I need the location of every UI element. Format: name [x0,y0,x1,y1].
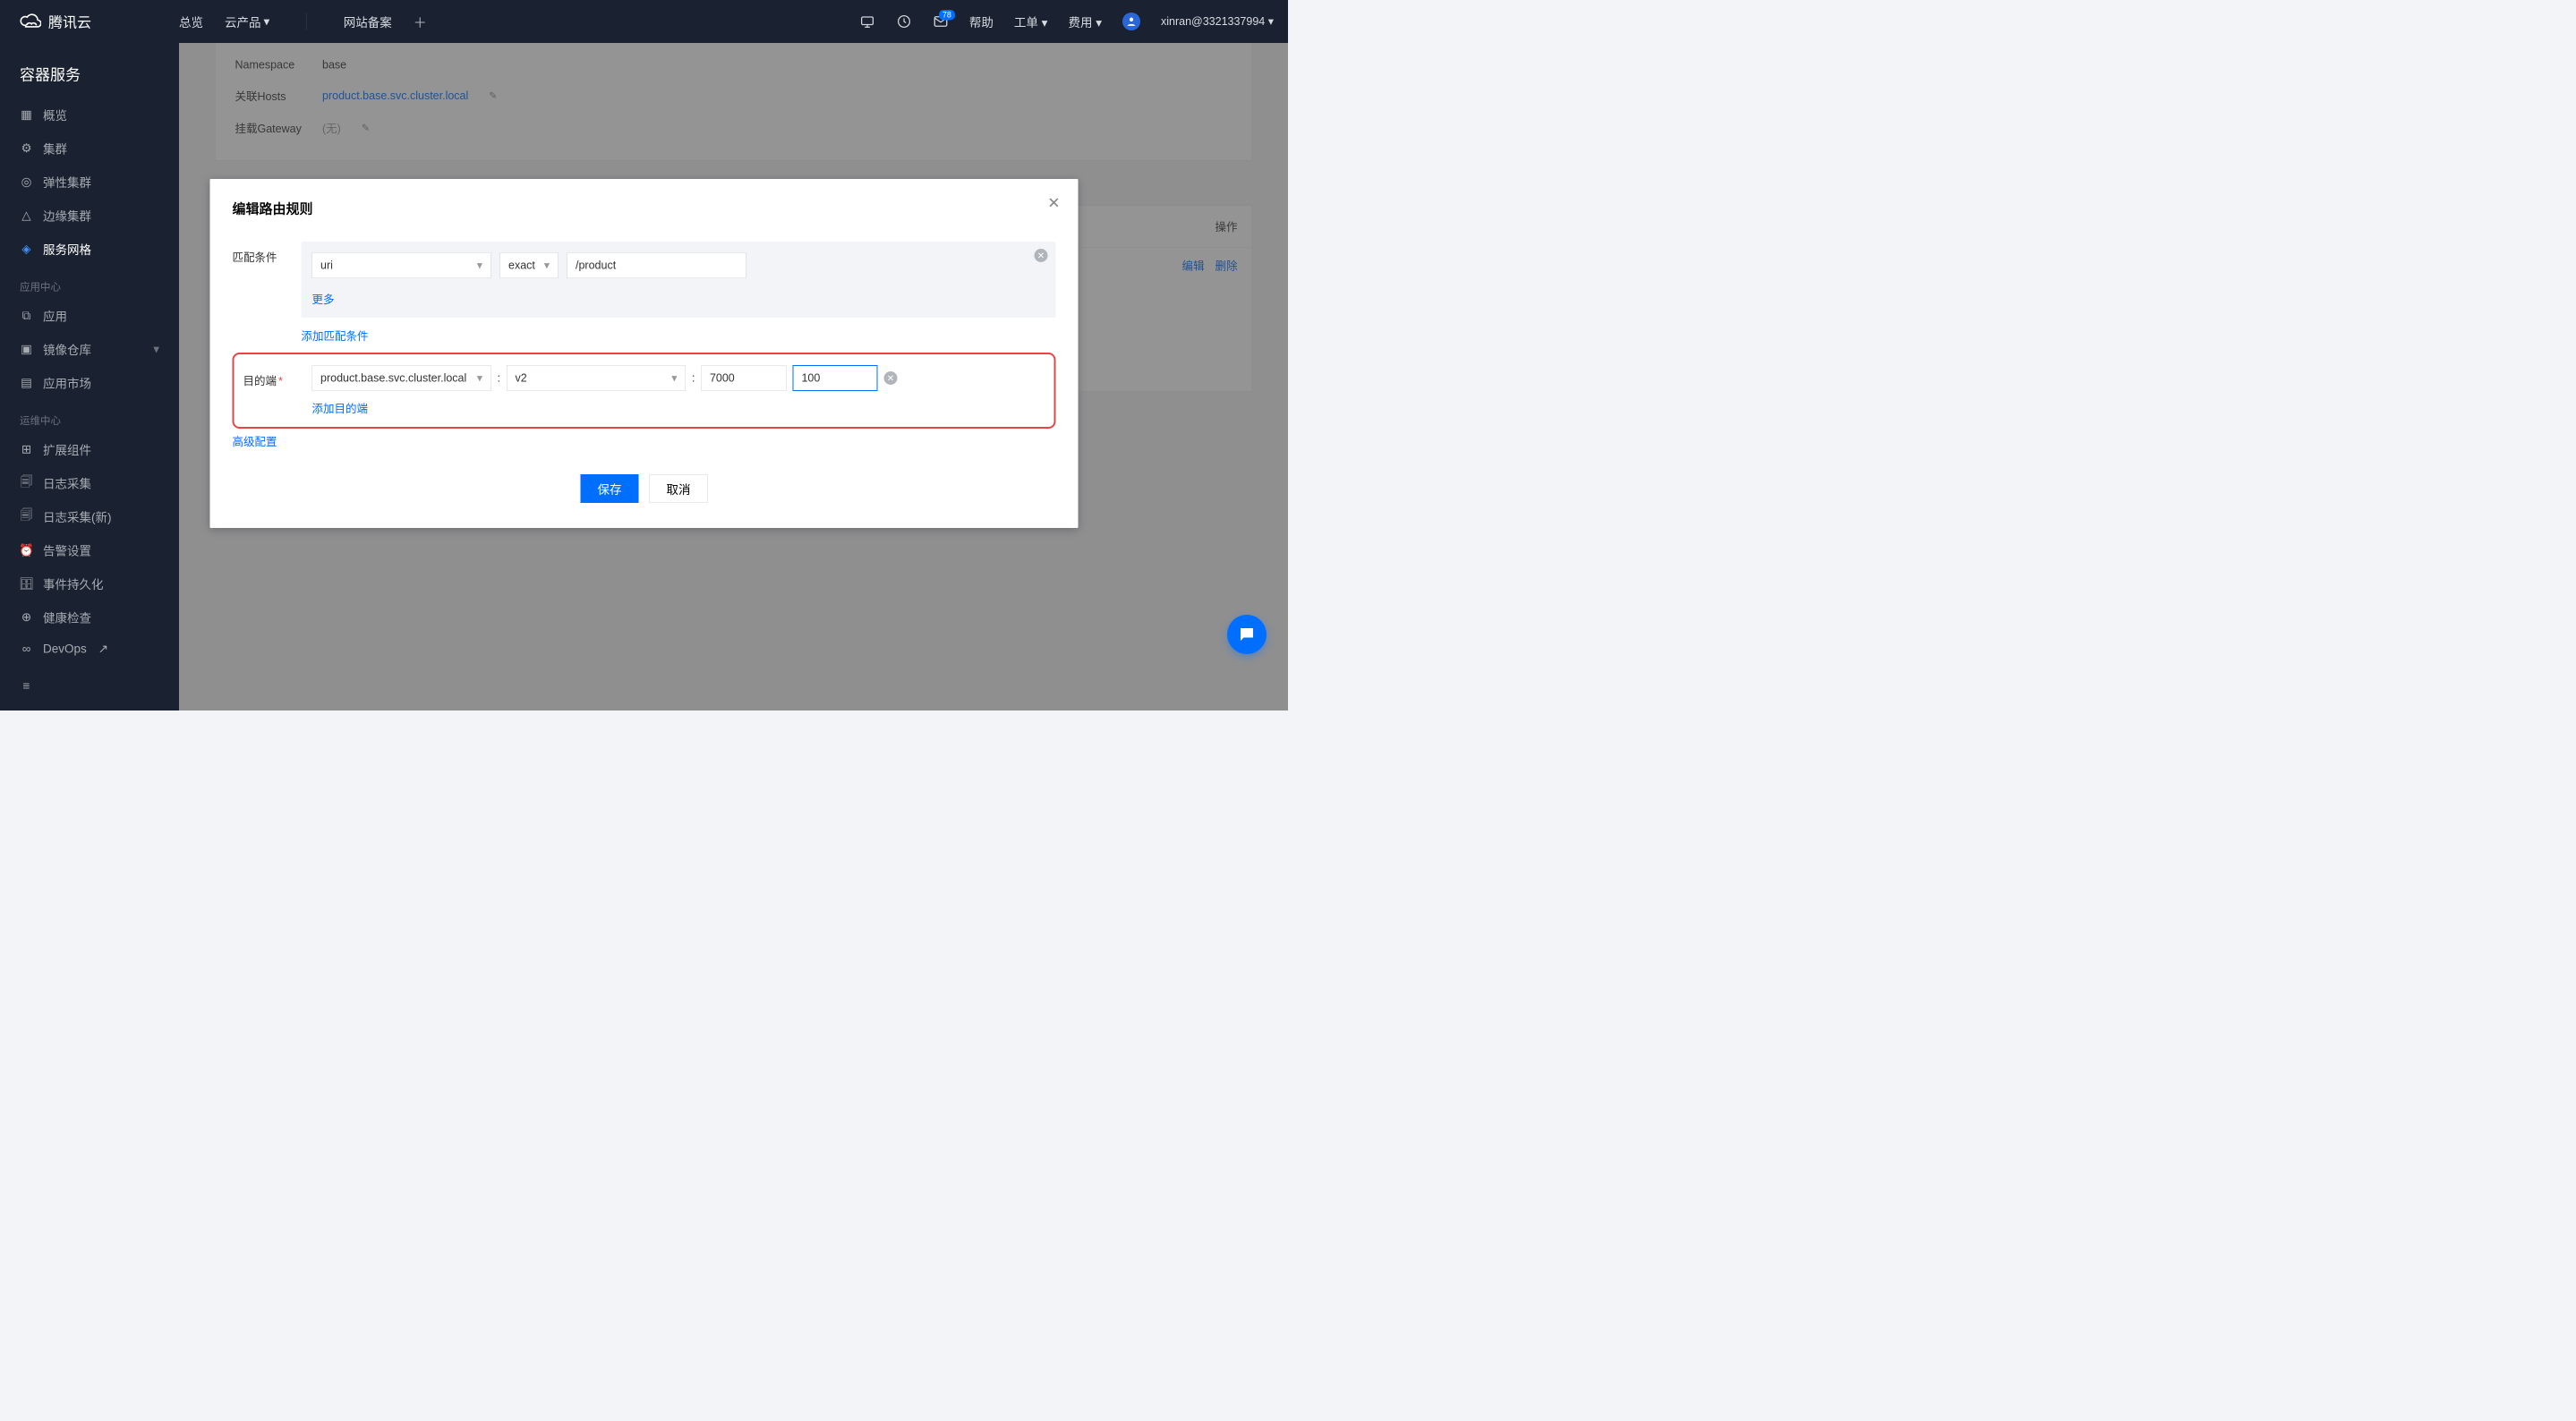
dest-weight-input[interactable] [792,365,877,391]
caret-down-icon: ▾ [477,259,482,272]
collapse-icon: ≡ [20,679,33,693]
tool-icon[interactable] [859,13,875,30]
add-condition-link[interactable]: 添加匹配条件 [302,330,369,343]
save-button[interactable]: 保存 [581,474,639,503]
app-icon: ⧉ [20,309,33,322]
edge-icon: △ [20,208,33,222]
close-icon[interactable]: ✕ [1047,194,1060,212]
chevron-down-icon: ▾ [1042,16,1048,30]
health-icon: ⊕ [20,610,33,624]
market-icon: ▤ [20,376,33,389]
edit-route-modal: 编辑路由规则 ✕ 匹配条件 ✕ uri▾ exact▾ 更多 [210,179,1079,528]
log-icon: 🗐 [20,510,33,523]
top-nav: 腾讯云 总览 云产品 ▾ 网站备案 ＋ 78 帮助 工单 ▾ 费用 ▾ xinr… [0,0,1288,43]
topnav-beian[interactable]: 网站备案 [344,13,392,30]
sidebar-item-overview[interactable]: ▦概览 [0,98,179,132]
caret-down-icon: ▾ [671,371,677,385]
chevron-down-icon: ▾ [1268,15,1274,28]
sidebar-item-cluster[interactable]: ⚙集群 [0,132,179,166]
add-destination-link[interactable]: 添加目的端 [312,403,369,415]
dest-version-select[interactable]: v2▾ [507,365,686,391]
sidebar-item-collapse[interactable]: ≡ [0,671,179,701]
alarm-icon: ⏰ [20,543,33,557]
elastic-icon: ◎ [20,175,33,189]
component-icon: ⊞ [20,443,33,456]
sidebar-item-market[interactable]: ▤应用市场 [0,366,179,400]
clock-icon[interactable] [896,13,912,30]
sidebar-item-registry[interactable]: ▣镜像仓库▾ [0,333,179,367]
topnav-add[interactable]: ＋ [414,12,427,31]
highlighted-destination-section: 目的端* product.base.svc.cluster.local▾ : v… [233,353,1056,429]
topnav-overview[interactable]: 总览 [179,13,203,30]
advanced-config-link[interactable]: 高级配置 [233,433,1056,449]
caret-down-icon: ▾ [477,371,482,385]
tencent-cloud-logo-icon [18,10,41,33]
topnav-fee[interactable]: 费用 ▾ [1068,13,1102,30]
caret-down-icon: ▾ [544,259,550,272]
topnav-help[interactable]: 帮助 [969,13,994,30]
mail-icon[interactable]: 78 [933,13,949,30]
log-icon: 🗐 [20,476,33,489]
more-link[interactable]: 更多 [312,294,335,306]
brand-text: 腾讯云 [48,12,91,32]
sidebar-item-log[interactable]: 🗐日志采集 [0,466,179,500]
delete-condition-icon[interactable]: ✕ [1035,249,1048,262]
topnav-ticket[interactable]: 工单 ▾ [1014,13,1048,30]
match-field-select[interactable]: uri▾ [312,252,491,278]
chevron-down-icon: ▾ [264,14,270,29]
modal-title: 编辑路由规则 [233,198,1056,217]
sidebar-item-mesh[interactable]: ◈服务网格 [0,233,179,267]
dest-label: 目的端* [243,365,302,388]
avatar[interactable] [1122,13,1140,30]
sidebar-item-devops[interactable]: ∞DevOps↗ [0,634,179,665]
sidebar-item-health[interactable]: ⊕健康检查 [0,600,179,634]
sidebar-section-appcenter: 应用中心 [0,266,179,299]
mesh-icon: ◈ [20,243,33,256]
devops-icon: ∞ [20,642,33,656]
sidebar-item-elastic[interactable]: ◎弹性集群 [0,166,179,200]
grid-icon: ▦ [20,108,33,122]
external-link-icon: ↗ [98,642,108,657]
cancel-button[interactable]: 取消 [650,474,708,503]
persist-icon: 🗄 [20,577,33,591]
divider [306,13,307,30]
sidebar-item-app[interactable]: ⧉应用 [0,299,179,333]
dest-host-select[interactable]: product.base.svc.cluster.local▾ [312,365,491,391]
chat-fab[interactable] [1227,615,1267,654]
dest-port-input[interactable] [701,365,786,391]
match-label: 匹配条件 [233,242,291,265]
sidebar-item-edge[interactable]: △边缘集群 [0,199,179,233]
sidebar-item-component[interactable]: ⊞扩展组件 [0,433,179,467]
match-mode-select[interactable]: exact▾ [500,252,559,278]
delete-destination-icon[interactable]: ✕ [883,371,897,385]
username-text[interactable]: xinran@3321337994 ▾ [1161,15,1274,29]
sidebar-section-opscenter: 运维中心 [0,400,179,433]
cluster-icon: ⚙ [20,141,33,155]
topnav-products[interactable]: 云产品 ▾ [225,13,269,30]
sidebar-item-persist[interactable]: 🗄事件持久化 [0,567,179,601]
registry-icon: ▣ [20,343,33,356]
sidebar-item-lognew[interactable]: 🗐日志采集(新) [0,500,179,534]
mail-badge: 78 [939,10,955,21]
chevron-down-icon: ▾ [153,343,159,357]
match-value-input[interactable] [567,252,746,278]
sidebar-item-alarm[interactable]: ⏰告警设置 [0,533,179,567]
match-condition-box: ✕ uri▾ exact▾ 更多 [302,242,1056,318]
sidebar-title: 容器服务 [0,52,179,98]
sidebar: 容器服务 ▦概览 ⚙集群 ◎弹性集群 △边缘集群 ◈服务网格 应用中心 ⧉应用 … [0,43,179,710]
chevron-down-icon: ▾ [1096,16,1102,30]
